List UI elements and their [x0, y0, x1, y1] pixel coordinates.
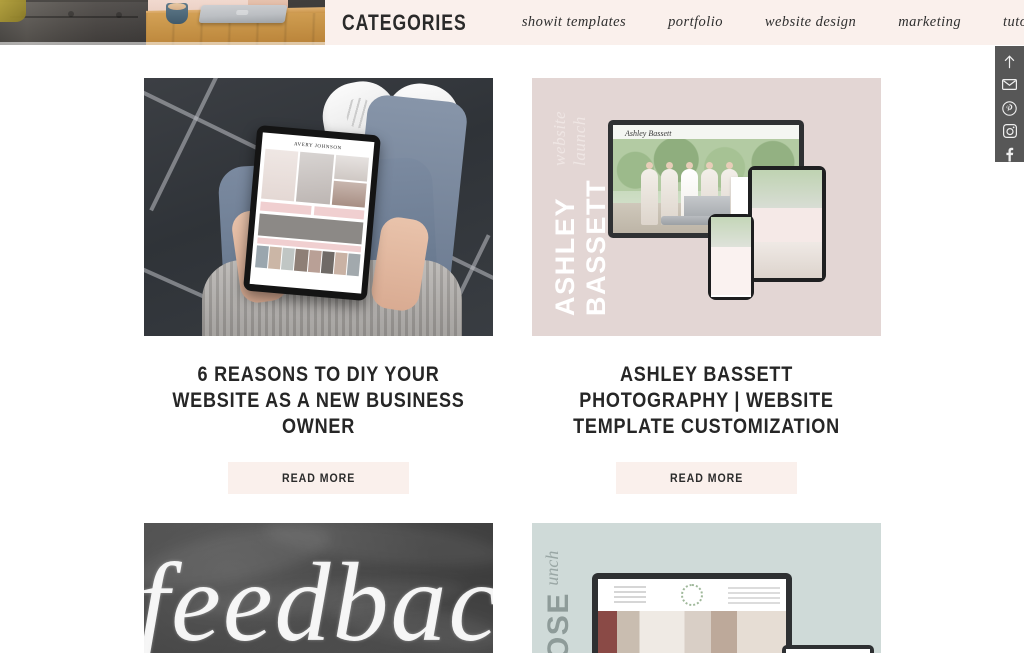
- iphone-screen: [711, 217, 751, 297]
- post-thumbnail[interactable]: AVERY JOHNSON: [144, 78, 493, 336]
- wreath-logo-icon: [680, 584, 703, 606]
- overlay-subtitle: unch: [542, 551, 562, 586]
- post-title[interactable]: ASHLEY BASSETT PHOTOGRAPHY | WEBSITE TEM…: [556, 362, 856, 440]
- overlay-title: feedback: [144, 541, 493, 653]
- tablet-hero-band: [261, 148, 370, 208]
- read-more-label: READ MORE: [669, 471, 744, 485]
- page-root: CATEGORIES showit templates portfolio we…: [0, 0, 1024, 653]
- nav-item-portfolio[interactable]: portfolio: [647, 14, 744, 31]
- read-more-button[interactable]: READ MORE: [228, 462, 409, 494]
- post-card: N ROSE unch: [532, 523, 881, 653]
- nav-item-showit-templates[interactable]: showit templates: [522, 14, 647, 31]
- post-thumbnail[interactable]: feedback: [144, 523, 493, 653]
- post-thumbnail[interactable]: N ROSE unch: [532, 523, 881, 653]
- tablet-screen: AVERY JOHNSON: [249, 132, 375, 294]
- hero-image-strip: [0, 0, 325, 45]
- post-button-wrap: READ MORE: [532, 462, 881, 494]
- category-navbar: CATEGORIES showit templates portfolio we…: [325, 0, 1024, 45]
- imac-stand-neck: [683, 196, 730, 216]
- post-title[interactable]: 6 REASONS TO DIY YOUR WEBSITE AS A NEW B…: [168, 362, 468, 440]
- post-thumbnail[interactable]: ASHLEY BASSETT website launch Ashley Bas…: [532, 78, 881, 336]
- laptop-mockup: [592, 573, 792, 653]
- laptop-site-nav: [598, 579, 786, 611]
- post-grid: AVERY JOHNSON 6 REASONS TO DIY YOUR WEBS…: [0, 45, 1024, 653]
- overlay-title: N ROSE: [542, 592, 576, 653]
- post-card: feedback: [144, 523, 493, 653]
- hero-pillow: [0, 0, 26, 22]
- nav-links: showit templates portfolio website desig…: [522, 14, 1024, 31]
- tablet-screen: [786, 649, 870, 653]
- overlay-title: ASHLEY BASSETT: [550, 178, 611, 316]
- post-row-1: AVERY JOHNSON 6 REASONS TO DIY YOUR WEBS…: [0, 45, 1024, 523]
- nav-item-tutorials[interactable]: tutorials: [982, 14, 1024, 31]
- hero-coffee-mug: [166, 3, 188, 24]
- laptop-hero-photo: [598, 611, 786, 653]
- nav-item-marketing[interactable]: marketing: [877, 14, 982, 31]
- nav-item-website-design[interactable]: website design: [744, 14, 877, 31]
- laptop-screen: [598, 579, 786, 653]
- thumbnail-overlay-text: N ROSE unch: [542, 551, 576, 653]
- imac-site-logo: Ashley Bassett: [625, 129, 672, 138]
- post-button-wrap: READ MORE: [144, 462, 493, 494]
- tablet-device: AVERY JOHNSON: [243, 124, 381, 302]
- read-more-button[interactable]: READ MORE: [616, 462, 797, 494]
- overlay-subtitle: website launch: [550, 110, 589, 166]
- post-card: AVERY JOHNSON 6 REASONS TO DIY YOUR WEBS…: [144, 78, 493, 494]
- post-card: ASHLEY BASSETT website launch Ashley Bas…: [532, 78, 881, 494]
- ipad-mockup: [748, 166, 826, 282]
- read-more-label: READ MORE: [281, 471, 356, 485]
- page-title: CATEGORIES: [342, 9, 467, 35]
- tablet-mockup: [782, 645, 874, 653]
- hero-laptop: [198, 5, 288, 23]
- iphone-mockup: [708, 214, 754, 300]
- ipad-screen: [752, 170, 822, 278]
- thumbnail-overlay-text: ASHLEY BASSETT website launch: [550, 106, 612, 316]
- hero-photo: [0, 0, 325, 45]
